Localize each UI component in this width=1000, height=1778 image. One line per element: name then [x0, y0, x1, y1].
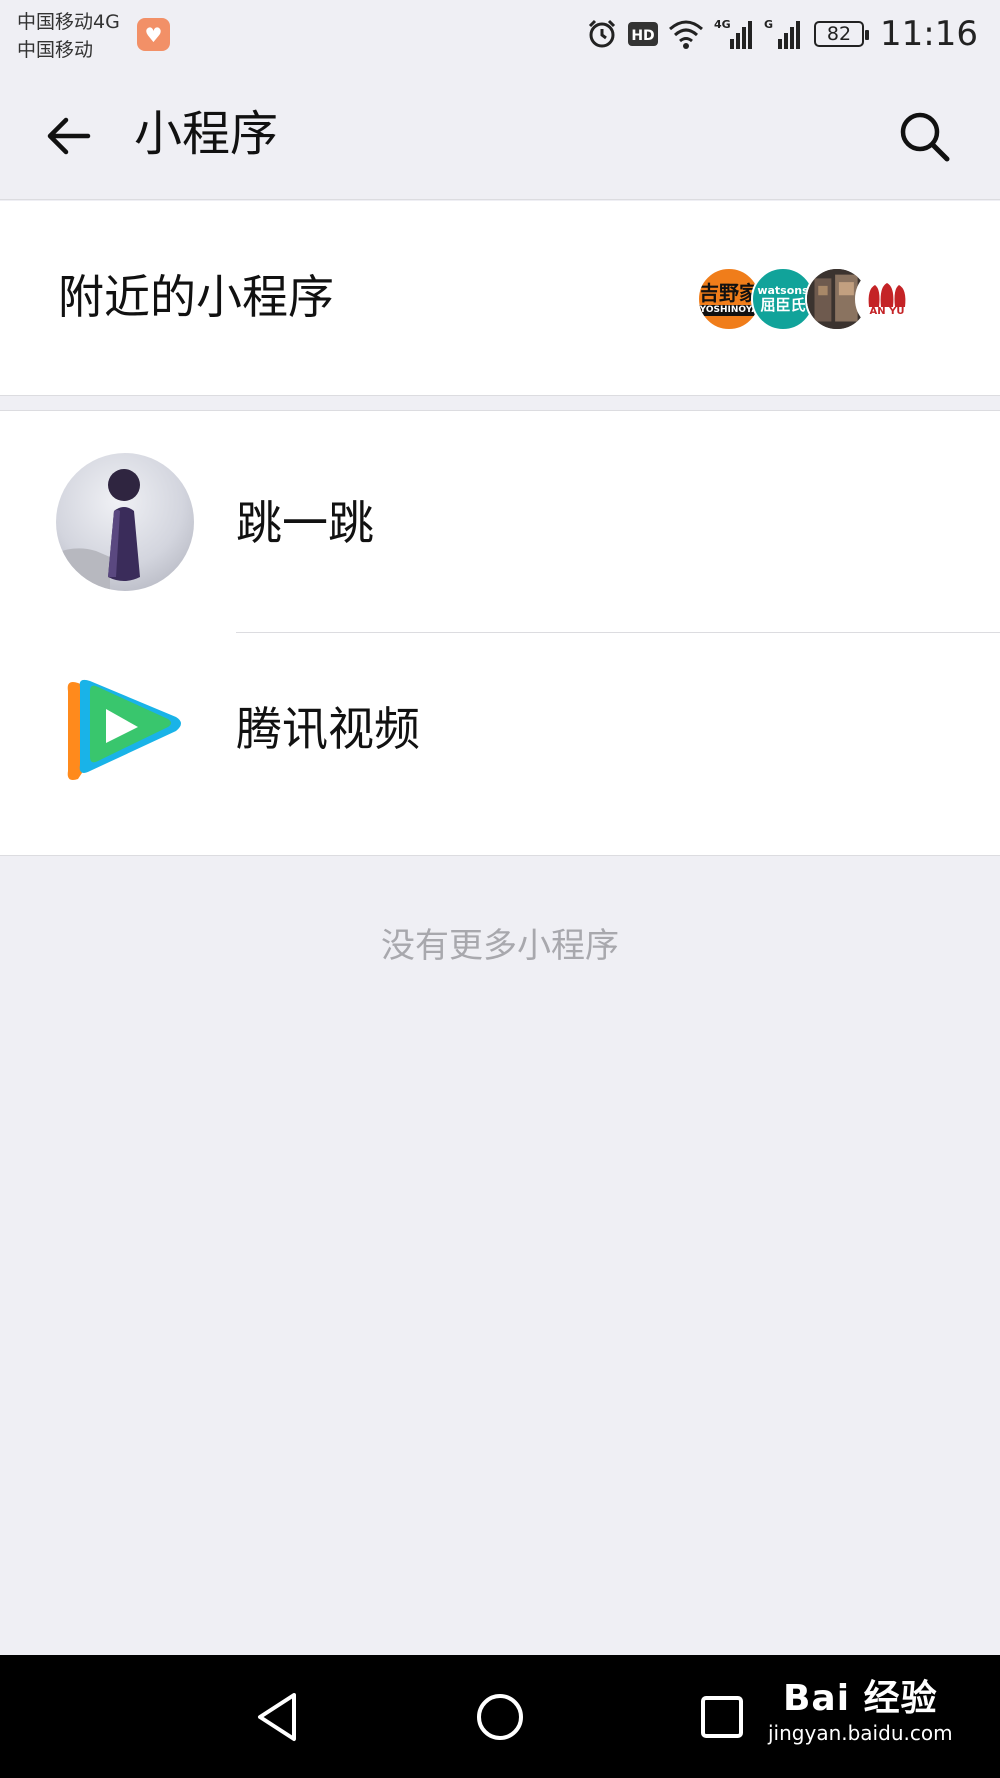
- page-title: 小程序: [134, 106, 279, 162]
- tencent-video-icon: [56, 661, 194, 799]
- jump-game-icon: [56, 453, 194, 591]
- hd-icon: HD: [628, 22, 659, 46]
- watermark-brand: Bai 经验: [782, 1678, 938, 1719]
- battery-icon: 82: [814, 21, 870, 47]
- alarm-icon: [588, 19, 616, 48]
- baidu-watermark: Bai 经验 jingyan.baidu.com: [768, 1677, 953, 1745]
- clock: 11:16: [880, 14, 978, 54]
- status-bar: 中国移动4G 中国移动 ♥ HD 4G G 82 11:16: [0, 0, 1000, 72]
- watermark-url: jingyan.baidu.com: [768, 1721, 953, 1745]
- no-more-text: 没有更多小程序: [381, 926, 619, 966]
- nav-home-icon: [477, 1694, 523, 1740]
- nearby-label: 附近的小程序: [58, 270, 334, 324]
- back-button[interactable]: [38, 106, 98, 166]
- anyu-logo-text: AN YU: [869, 306, 905, 317]
- nav-recents-button[interactable]: [692, 1687, 752, 1747]
- wifi-icon: [669, 20, 704, 49]
- carrier-2: 中国移动: [17, 39, 94, 61]
- nearby-avatar-anyu: AN YU: [855, 267, 919, 331]
- health-app-icon: ♥: [137, 18, 170, 51]
- nav-recents-icon: [701, 1696, 743, 1738]
- carrier-info: 中国移动4G 中国移动: [17, 8, 120, 64]
- mini-program-list: 跳一跳 腾讯视频: [0, 410, 1000, 856]
- nav-back-button[interactable]: [248, 1687, 308, 1747]
- arrow-left-icon: [47, 117, 91, 155]
- search-icon: [900, 112, 950, 162]
- search-button[interactable]: [890, 102, 960, 172]
- svg-text:4G: 4G: [714, 18, 731, 31]
- carrier-1: 中国移动4G: [17, 11, 120, 33]
- svg-text:G: G: [764, 18, 773, 31]
- list-item-label: 跳一跳: [236, 496, 374, 550]
- nav-home-button[interactable]: [470, 1687, 530, 1747]
- signal-4g-icon: 4G: [714, 18, 753, 49]
- battery-level: 82: [826, 23, 852, 45]
- watsons-logo-text: watsons: [757, 283, 809, 297]
- anyu-logo-icon: [868, 283, 906, 307]
- header: 小程序: [0, 72, 1000, 200]
- yoshinoya-logo-text: 吉野家: [699, 280, 759, 305]
- nearby-mini-programs[interactable]: 附近的小程序 吉野家 YOSHINOYA watsons 屈臣氏 AN YU: [0, 201, 1000, 396]
- nearby-avatar-group: 吉野家 YOSHINOYA watsons 屈臣氏 AN YU: [697, 267, 919, 331]
- svg-text:HD: HD: [631, 28, 654, 44]
- status-icons: HD 4G G 82 11:16: [586, 10, 978, 58]
- list-item-tencent-video[interactable]: 腾讯视频: [0, 633, 1000, 855]
- signal-g-icon: G: [764, 18, 801, 49]
- nav-back-icon: [258, 1693, 296, 1741]
- list-item-label: 腾讯视频: [236, 702, 420, 756]
- system-nav-bar: Bai 经验 jingyan.baidu.com: [0, 1655, 1000, 1778]
- list-item-jump[interactable]: 跳一跳: [0, 411, 1000, 633]
- watsons-logo-subtext: 屈臣氏: [760, 295, 806, 314]
